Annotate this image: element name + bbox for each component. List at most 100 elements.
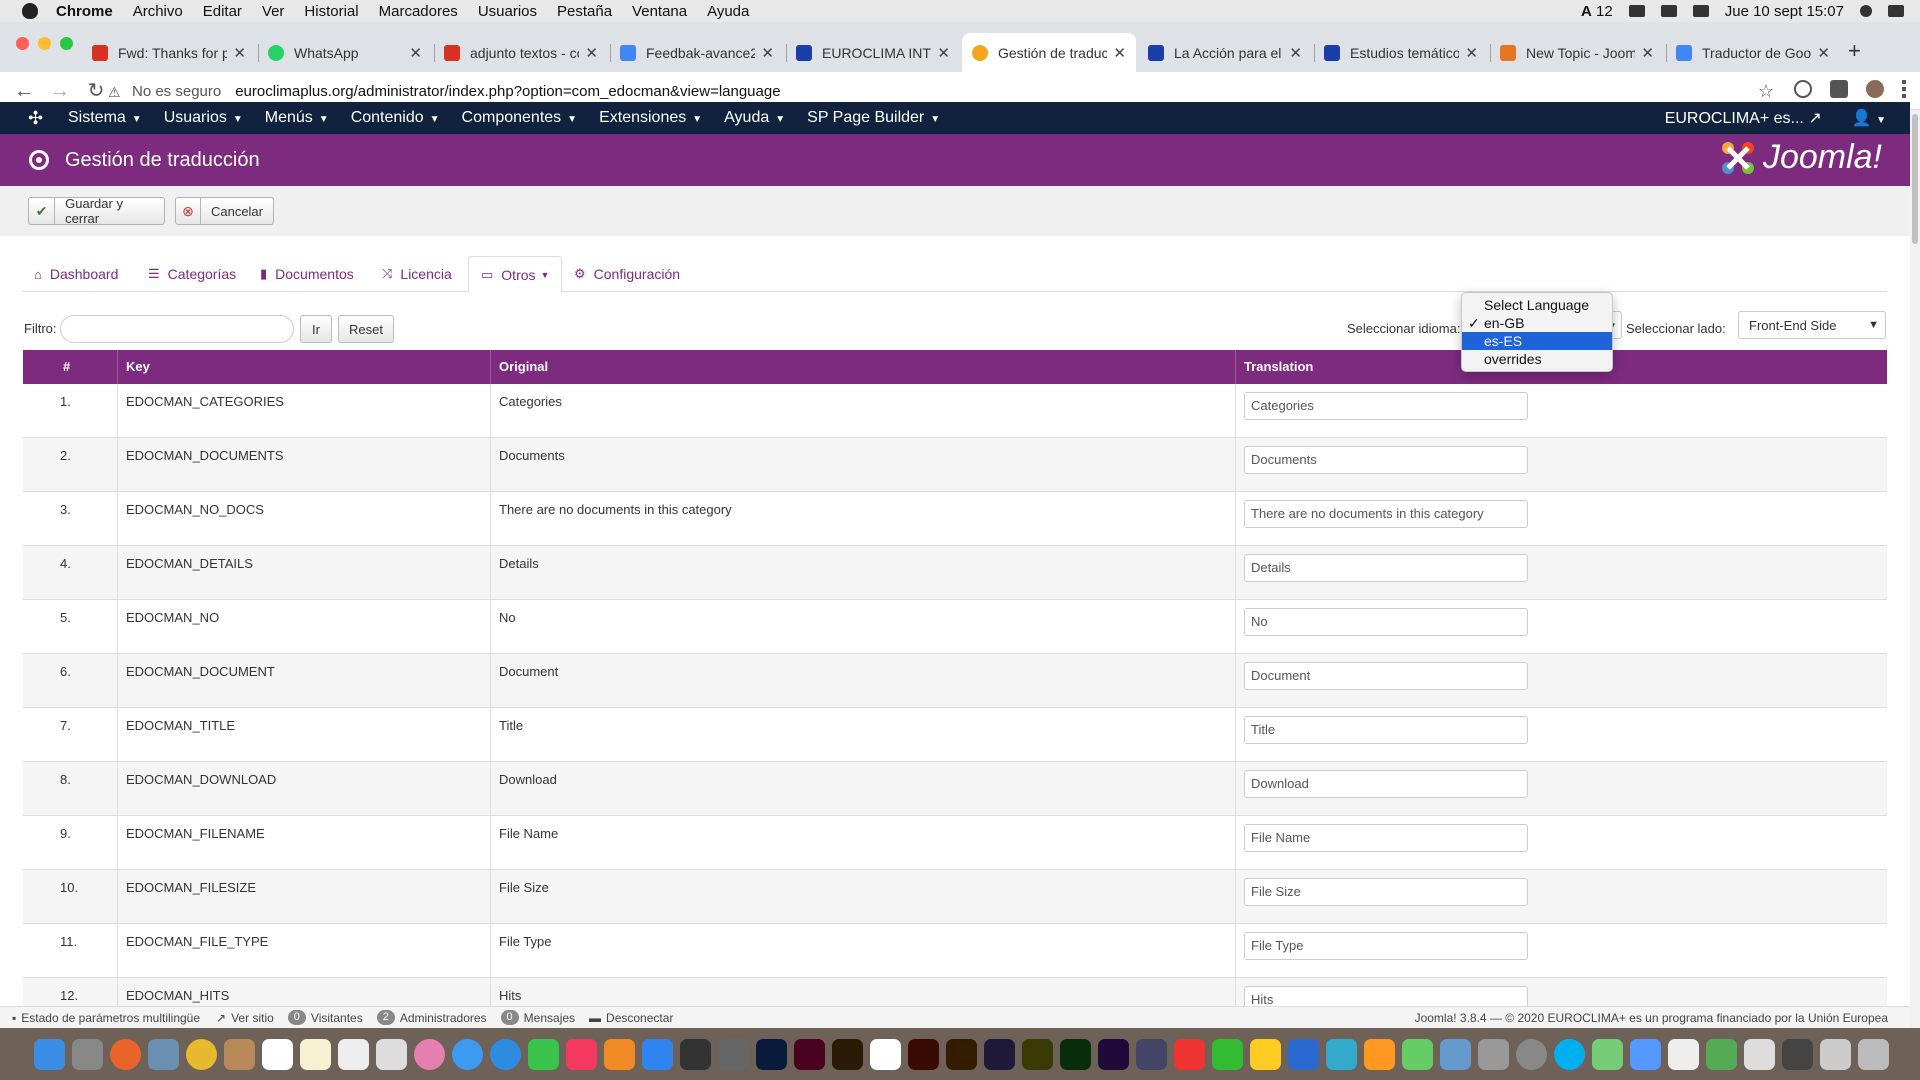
downloads-icon[interactable] <box>1782 1038 1813 1070</box>
photoshop-icon[interactable] <box>756 1038 787 1070</box>
address-bar[interactable]: ⚠ No es seguro euroclimaplus.org/adminis… <box>108 77 1774 105</box>
final-cut-icon[interactable] <box>680 1038 711 1070</box>
acrobat-icon[interactable] <box>870 1038 901 1070</box>
close-window-icon[interactable] <box>16 37 29 50</box>
browser-tab[interactable]: Traductor de Goog ✕ <box>1666 33 1840 72</box>
browser-tab[interactable]: Estudios temáticos ✕ <box>1314 33 1488 72</box>
close-tab-icon[interactable]: ✕ <box>1289 44 1302 62</box>
security-label[interactable]: No es seguro <box>132 83 221 100</box>
app-box-icon[interactable] <box>1402 1038 1433 1070</box>
browser-tab-active[interactable]: Gestión de traduc ✕ <box>962 33 1136 72</box>
minimize-window-icon[interactable] <box>38 37 51 50</box>
admins-status[interactable]: 2 Administradores <box>376 1010 487 1025</box>
apple-icon[interactable] <box>22 3 38 19</box>
app-green-icon[interactable] <box>1212 1038 1243 1070</box>
pdf-icon[interactable] <box>1668 1038 1699 1070</box>
browser-tab[interactable]: La Acción para el E ✕ <box>1138 33 1312 72</box>
calendar-icon[interactable] <box>262 1038 293 1070</box>
launchpad-icon[interactable] <box>72 1038 103 1070</box>
reset-button[interactable]: Reset <box>338 315 394 343</box>
close-tab-icon[interactable]: ✕ <box>585 44 598 62</box>
eject-icon[interactable] <box>1660 5 1677 17</box>
logout-link[interactable]: ▬ Desconectar <box>589 1011 673 1025</box>
app-globe-icon[interactable] <box>1440 1038 1471 1070</box>
translation-input[interactable]: Categories <box>1244 392 1528 420</box>
photos-color-icon[interactable] <box>414 1038 445 1070</box>
page-scrollbar[interactable] <box>1910 110 1920 1028</box>
messages-icon[interactable] <box>452 1038 483 1070</box>
browser-tab[interactable]: New Topic - Joom ✕ <box>1490 33 1664 72</box>
nav-componentes[interactable]: Componentes ▼ <box>462 109 578 127</box>
site-link[interactable]: EUROCLIMA+ es... ↗ <box>1665 108 1822 128</box>
chrome-menu-icon[interactable] <box>1902 80 1906 98</box>
fireworks-icon[interactable] <box>1022 1038 1053 1070</box>
reminders-icon[interactable] <box>338 1038 369 1070</box>
save-close-button[interactable]: ✔ Guardar y cerrar <box>28 196 165 226</box>
close-tab-icon[interactable]: ✕ <box>761 44 774 62</box>
skype-icon[interactable] <box>1554 1038 1585 1070</box>
app-orange-icon[interactable] <box>1364 1038 1395 1070</box>
browser-tab[interactable]: Fwd: Thanks for pu ✕ <box>82 33 256 72</box>
messages-status[interactable]: 0 Mensajes <box>500 1010 575 1025</box>
scrollbar-thumb[interactable] <box>1912 114 1918 244</box>
translation-input[interactable]: File Name <box>1244 824 1528 852</box>
reload-icon[interactable]: ↻ <box>84 79 108 103</box>
app-yellow-icon[interactable] <box>1250 1038 1281 1070</box>
tab-dashboard[interactable]: ⌂ Dashboard <box>34 256 118 292</box>
nav-ayuda[interactable]: Ayuda ▼ <box>724 109 785 127</box>
multilang-status[interactable]: ▪ Estado de parámetros multilingüe <box>12 1011 200 1025</box>
app-blue-icon[interactable] <box>1630 1038 1661 1070</box>
extension-icon[interactable] <box>1794 80 1812 98</box>
notes-icon[interactable] <box>300 1038 331 1070</box>
bookmark-star-icon[interactable]: ☆ <box>1758 81 1774 102</box>
cancel-button[interactable]: ⊗ Cancelar <box>175 197 274 225</box>
zoom-window-icon[interactable] <box>60 37 73 50</box>
close-tab-icon[interactable]: ✕ <box>1817 44 1830 62</box>
books-icon[interactable] <box>604 1038 635 1070</box>
tab-documentos[interactable]: ▮ Documentos <box>260 256 354 292</box>
tab-licencia[interactable]: ⤨ Licencia <box>382 256 452 292</box>
tab-otros[interactable]: ▭ Otros ▼ <box>468 256 563 293</box>
dreamweaver-icon[interactable] <box>1060 1038 1091 1070</box>
document-stack-icon[interactable] <box>1744 1038 1775 1070</box>
trash-icon[interactable] <box>1858 1038 1889 1070</box>
joomla-logo-icon[interactable]: ✣ <box>28 108 48 128</box>
browser-tab[interactable]: WhatsApp ✕ <box>258 33 432 72</box>
chrome-icon[interactable] <box>186 1038 217 1070</box>
system-preferences-icon[interactable] <box>1516 1038 1547 1070</box>
translation-input[interactable]: There are no documents in this category <box>1244 500 1528 528</box>
translation-input[interactable]: Details <box>1244 554 1528 582</box>
utilities-icon[interactable] <box>1478 1038 1509 1070</box>
spotlight-search-icon[interactable] <box>1860 5 1872 17</box>
illustrator-icon[interactable] <box>946 1038 977 1070</box>
finder-icon[interactable] <box>34 1038 65 1070</box>
filter-search-input[interactable] <box>60 315 294 343</box>
menu-editar[interactable]: Editar <box>203 3 242 20</box>
user-menu[interactable]: 👤 ▼ <box>1852 108 1886 128</box>
premiere-icon[interactable] <box>1098 1038 1129 1070</box>
menu-historial[interactable]: Historial <box>304 3 358 20</box>
nav-contenido[interactable]: Contenido ▼ <box>351 109 440 127</box>
visitors-status[interactable]: 0 Visitantes <box>287 1010 363 1025</box>
firefox-icon[interactable] <box>110 1038 141 1070</box>
flash-icon[interactable] <box>908 1038 939 1070</box>
indesign-icon[interactable] <box>794 1038 825 1070</box>
language-option-checked[interactable]: en-GB <box>1462 314 1612 332</box>
app-red-icon[interactable] <box>1174 1038 1205 1070</box>
menu-archivo[interactable]: Archivo <box>133 3 183 20</box>
menu-marcadores[interactable]: Marcadores <box>379 3 458 20</box>
window-icon[interactable] <box>1820 1038 1851 1070</box>
translation-input[interactable]: File Type <box>1244 932 1528 960</box>
translation-input[interactable]: No <box>1244 608 1528 636</box>
browser-tab[interactable]: adjunto textos - co ✕ <box>434 33 608 72</box>
translation-input[interactable]: Download <box>1244 770 1528 798</box>
forward-arrow-icon[interactable]: → <box>48 79 72 103</box>
app-spiral-icon[interactable] <box>1592 1038 1623 1070</box>
back-arrow-icon[interactable]: ← <box>12 79 36 103</box>
language-option[interactable]: overrides <box>1462 350 1612 368</box>
clock[interactable]: Jue 10 sept 15:07 <box>1725 3 1844 20</box>
facetime-icon[interactable] <box>528 1038 559 1070</box>
menu-ayuda[interactable]: Ayuda <box>707 3 749 20</box>
close-tab-icon[interactable]: ✕ <box>1113 44 1126 62</box>
language-option-highlighted[interactable]: es-ES <box>1462 332 1612 350</box>
